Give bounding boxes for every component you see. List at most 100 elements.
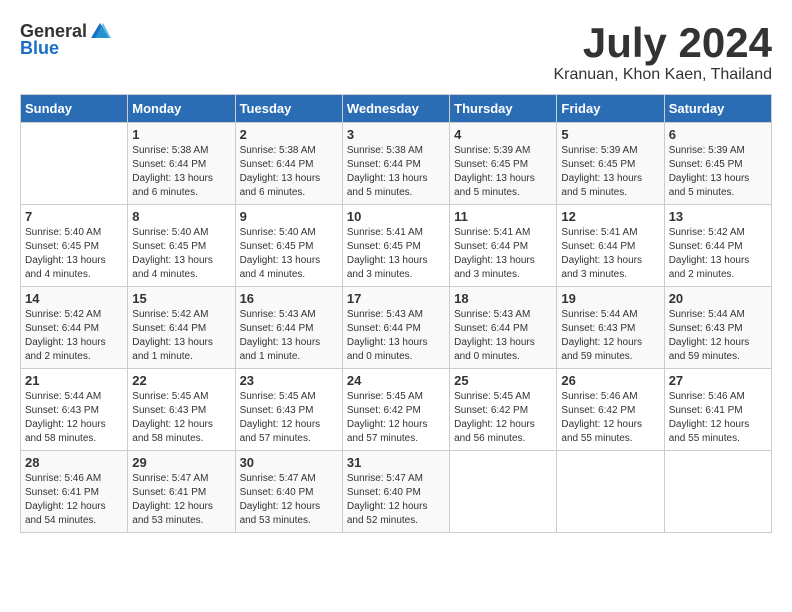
day-number: 24 xyxy=(347,373,445,388)
day-info: Sunrise: 5:41 AM Sunset: 6:45 PM Dayligh… xyxy=(347,226,445,282)
logo-blue: Blue xyxy=(20,38,59,59)
calendar-cell: 3 Sunrise: 5:38 AM Sunset: 6:44 PM Daylig… xyxy=(342,123,449,205)
day-info: Sunrise: 5:41 AM Sunset: 6:44 PM Dayligh… xyxy=(561,226,659,282)
week-row-5: 28Sunrise: 5:46 AM Sunset: 6:41 PM Dayli… xyxy=(21,451,772,533)
day-number: 26 xyxy=(561,373,659,388)
day-info: Sunrise: 5:39 AM Sunset: 6:45 PM Dayligh… xyxy=(669,144,767,200)
day-number: 10 xyxy=(347,209,445,224)
weekday-header-monday: Monday xyxy=(128,95,235,123)
calendar-cell xyxy=(664,451,771,533)
day-info: Sunrise: 5:47 AM Sunset: 6:40 PM Dayligh… xyxy=(240,472,338,528)
week-row-2: 7 Sunrise: 5:40 AM Sunset: 6:45 PM Daylig… xyxy=(21,205,772,287)
day-info: Sunrise: 5:38 AM Sunset: 6:44 PM Dayligh… xyxy=(347,144,445,200)
calendar-cell: 1 Sunrise: 5:38 AM Sunset: 6:44 PM Daylig… xyxy=(128,123,235,205)
day-info: Sunrise: 5:44 AM Sunset: 6:43 PM Dayligh… xyxy=(669,308,767,364)
day-info: Sunrise: 5:46 AM Sunset: 6:41 PM Dayligh… xyxy=(669,390,767,446)
day-info: Sunrise: 5:43 AM Sunset: 6:44 PM Dayligh… xyxy=(240,308,338,364)
calendar-cell: 16Sunrise: 5:43 AM Sunset: 6:44 PM Dayli… xyxy=(235,287,342,369)
day-number: 25 xyxy=(454,373,552,388)
day-number: 9 xyxy=(240,209,338,224)
logo-icon xyxy=(89,20,111,42)
calendar-cell: 22 Sunrise: 5:45 AM Sunset: 6:43 PM Dayli… xyxy=(128,369,235,451)
calendar-cell: 26 Sunrise: 5:46 AM Sunset: 6:42 PM Dayli… xyxy=(557,369,664,451)
day-info: Sunrise: 5:45 AM Sunset: 6:43 PM Dayligh… xyxy=(240,390,338,446)
day-number: 13 xyxy=(669,209,767,224)
calendar-cell: 2 Sunrise: 5:38 AM Sunset: 6:44 PM Daylig… xyxy=(235,123,342,205)
calendar-cell: 5Sunrise: 5:39 AM Sunset: 6:45 PM Daylig… xyxy=(557,123,664,205)
week-row-3: 14 Sunrise: 5:42 AM Sunset: 6:44 PM Dayli… xyxy=(21,287,772,369)
calendar-cell: 20Sunrise: 5:44 AM Sunset: 6:43 PM Dayli… xyxy=(664,287,771,369)
day-number: 3 xyxy=(347,127,445,142)
day-info: Sunrise: 5:42 AM Sunset: 6:44 PM Dayligh… xyxy=(669,226,767,282)
day-info: Sunrise: 5:40 AM Sunset: 6:45 PM Dayligh… xyxy=(25,226,123,282)
calendar-cell: 19Sunrise: 5:44 AM Sunset: 6:43 PM Dayli… xyxy=(557,287,664,369)
day-number: 22 xyxy=(132,373,230,388)
week-row-4: 21 Sunrise: 5:44 AM Sunset: 6:43 PM Dayli… xyxy=(21,369,772,451)
calendar-cell: 15 Sunrise: 5:42 AM Sunset: 6:44 PM Dayli… xyxy=(128,287,235,369)
calendar-cell: 8 Sunrise: 5:40 AM Sunset: 6:45 PM Daylig… xyxy=(128,205,235,287)
day-info: Sunrise: 5:41 AM Sunset: 6:44 PM Dayligh… xyxy=(454,226,552,282)
day-number: 12 xyxy=(561,209,659,224)
weekday-header-saturday: Saturday xyxy=(664,95,771,123)
day-number: 2 xyxy=(240,127,338,142)
day-number: 4 xyxy=(454,127,552,142)
day-info: Sunrise: 5:42 AM Sunset: 6:44 PM Dayligh… xyxy=(132,308,230,364)
calendar-cell: 14 Sunrise: 5:42 AM Sunset: 6:44 PM Dayli… xyxy=(21,287,128,369)
calendar-cell: 30 Sunrise: 5:47 AM Sunset: 6:40 PM Dayli… xyxy=(235,451,342,533)
day-info: Sunrise: 5:39 AM Sunset: 6:45 PM Dayligh… xyxy=(561,144,659,200)
day-number: 7 xyxy=(25,209,123,224)
calendar-cell: 25 Sunrise: 5:45 AM Sunset: 6:42 PM Dayli… xyxy=(450,369,557,451)
weekday-header-wednesday: Wednesday xyxy=(342,95,449,123)
day-number: 15 xyxy=(132,291,230,306)
day-info: Sunrise: 5:43 AM Sunset: 6:44 PM Dayligh… xyxy=(454,308,552,364)
day-number: 30 xyxy=(240,455,338,470)
month-year: July 2024 xyxy=(553,20,772,66)
day-number: 14 xyxy=(25,291,123,306)
day-number: 18 xyxy=(454,291,552,306)
day-info: Sunrise: 5:42 AM Sunset: 6:44 PM Dayligh… xyxy=(25,308,123,364)
day-number: 6 xyxy=(669,127,767,142)
calendar-cell: 28Sunrise: 5:46 AM Sunset: 6:41 PM Dayli… xyxy=(21,451,128,533)
day-info: Sunrise: 5:45 AM Sunset: 6:42 PM Dayligh… xyxy=(347,390,445,446)
day-number: 27 xyxy=(669,373,767,388)
day-info: Sunrise: 5:45 AM Sunset: 6:43 PM Dayligh… xyxy=(132,390,230,446)
title-block: July 2024 Kranuan, Khon Kaen, Thailand xyxy=(553,20,772,84)
day-number: 23 xyxy=(240,373,338,388)
weekday-header-row: SundayMondayTuesdayWednesdayThursdayFrid… xyxy=(21,95,772,123)
day-info: Sunrise: 5:39 AM Sunset: 6:45 PM Dayligh… xyxy=(454,144,552,200)
calendar-cell: 13 Sunrise: 5:42 AM Sunset: 6:44 PM Dayli… xyxy=(664,205,771,287)
calendar-cell: 21 Sunrise: 5:44 AM Sunset: 6:43 PM Dayli… xyxy=(21,369,128,451)
calendar-cell: 17Sunrise: 5:43 AM Sunset: 6:44 PM Dayli… xyxy=(342,287,449,369)
calendar-cell: 18 Sunrise: 5:43 AM Sunset: 6:44 PM Dayli… xyxy=(450,287,557,369)
day-info: Sunrise: 5:46 AM Sunset: 6:42 PM Dayligh… xyxy=(561,390,659,446)
page-header: General Blue July 2024 Kranuan, Khon Kae… xyxy=(20,20,772,84)
day-info: Sunrise: 5:44 AM Sunset: 6:43 PM Dayligh… xyxy=(25,390,123,446)
day-info: Sunrise: 5:40 AM Sunset: 6:45 PM Dayligh… xyxy=(132,226,230,282)
day-info: Sunrise: 5:40 AM Sunset: 6:45 PM Dayligh… xyxy=(240,226,338,282)
calendar-cell: 6 Sunrise: 5:39 AM Sunset: 6:45 PM Daylig… xyxy=(664,123,771,205)
calendar-cell: 7 Sunrise: 5:40 AM Sunset: 6:45 PM Daylig… xyxy=(21,205,128,287)
calendar-cell: 24 Sunrise: 5:45 AM Sunset: 6:42 PM Dayli… xyxy=(342,369,449,451)
day-number: 1 xyxy=(132,127,230,142)
calendar-cell: 12 Sunrise: 5:41 AM Sunset: 6:44 PM Dayli… xyxy=(557,205,664,287)
day-number: 29 xyxy=(132,455,230,470)
day-info: Sunrise: 5:45 AM Sunset: 6:42 PM Dayligh… xyxy=(454,390,552,446)
day-number: 8 xyxy=(132,209,230,224)
calendar-cell: 31Sunrise: 5:47 AM Sunset: 6:40 PM Dayli… xyxy=(342,451,449,533)
calendar-cell xyxy=(21,123,128,205)
calendar-cell: 9 Sunrise: 5:40 AM Sunset: 6:45 PM Daylig… xyxy=(235,205,342,287)
day-number: 17 xyxy=(347,291,445,306)
day-number: 28 xyxy=(25,455,123,470)
day-number: 31 xyxy=(347,455,445,470)
weekday-header-sunday: Sunday xyxy=(21,95,128,123)
location: Kranuan, Khon Kaen, Thailand xyxy=(553,66,772,84)
day-number: 11 xyxy=(454,209,552,224)
calendar-cell: 11 Sunrise: 5:41 AM Sunset: 6:44 PM Dayli… xyxy=(450,205,557,287)
calendar-cell: 4 Sunrise: 5:39 AM Sunset: 6:45 PM Daylig… xyxy=(450,123,557,205)
day-info: Sunrise: 5:38 AM Sunset: 6:44 PM Dayligh… xyxy=(132,144,230,200)
weekday-header-thursday: Thursday xyxy=(450,95,557,123)
weekday-header-tuesday: Tuesday xyxy=(235,95,342,123)
day-info: Sunrise: 5:38 AM Sunset: 6:44 PM Dayligh… xyxy=(240,144,338,200)
day-info: Sunrise: 5:44 AM Sunset: 6:43 PM Dayligh… xyxy=(561,308,659,364)
day-number: 21 xyxy=(25,373,123,388)
